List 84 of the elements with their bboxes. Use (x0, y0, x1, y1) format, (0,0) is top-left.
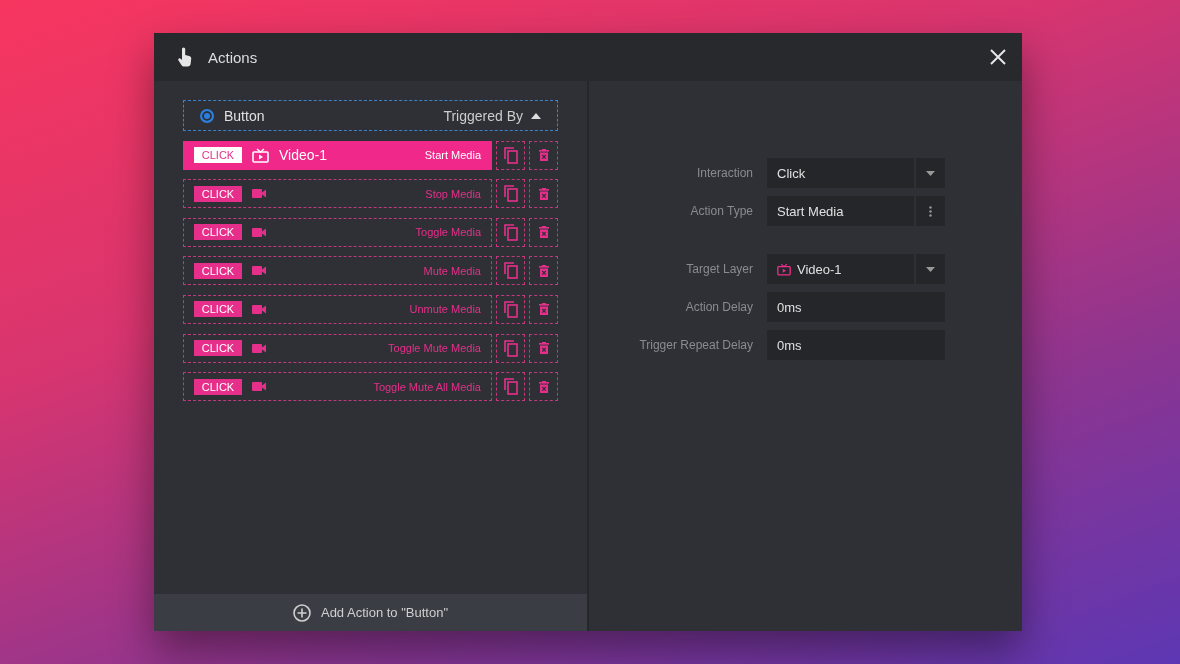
trigger-header[interactable]: Button Triggered By (183, 100, 558, 131)
trigger-badge: CLICK (194, 301, 242, 318)
field-label: Trigger Repeat Delay (638, 338, 753, 352)
duplicate-button[interactable] (496, 333, 525, 363)
action-name: Toggle Mute Media (388, 342, 481, 355)
field-label: Action Delay (684, 300, 753, 314)
trigger-badge: CLICK (194, 147, 242, 164)
trigger-badge: CLICK (194, 224, 242, 241)
trigger-badge: CLICK (194, 185, 242, 202)
copy-icon (503, 339, 518, 357)
trash-icon (538, 303, 549, 316)
trigger-badge: CLICK (194, 378, 242, 395)
action-row[interactable]: CLICK Video-1 Start Media (183, 140, 492, 170)
trash-icon (538, 342, 549, 355)
dropdown-field[interactable]: Video-1 (767, 254, 945, 284)
action-row[interactable]: CLICK Stop Media (183, 179, 492, 209)
more-options-icon[interactable] (929, 205, 932, 217)
trash-icon (538, 187, 549, 200)
action-name: Start Media (424, 149, 481, 162)
close-icon (990, 49, 1006, 65)
copy-icon (503, 223, 518, 241)
dropdown-caret-icon[interactable] (926, 170, 935, 176)
trash-icon (538, 380, 549, 393)
video-camera-icon (252, 304, 266, 314)
plus-circle-icon (292, 603, 311, 622)
copy-icon (503, 300, 518, 318)
action-row[interactable]: CLICK Unmute Media (183, 294, 492, 324)
action-row[interactable]: CLICK Toggle Mute All Media (183, 372, 492, 402)
delete-button[interactable] (529, 333, 558, 363)
input-field[interactable]: 0ms (767, 330, 945, 360)
delete-button[interactable] (529, 372, 558, 402)
delete-button[interactable] (529, 256, 558, 286)
delete-button[interactable] (529, 179, 558, 209)
action-name: Stop Media (425, 187, 481, 200)
window-title: Actions (208, 48, 259, 66)
dropdown-field[interactable]: Click (767, 158, 945, 188)
video-camera-icon (252, 382, 266, 392)
duplicate-button[interactable] (496, 294, 525, 324)
action-name: Unmute Media (409, 303, 481, 316)
field-value: Start Media (777, 203, 844, 219)
input-field[interactable]: 0ms (767, 292, 945, 322)
delete-button[interactable] (529, 140, 558, 170)
trash-icon (538, 149, 549, 162)
field-label: Interaction (695, 166, 753, 180)
duplicate-button[interactable] (496, 179, 525, 209)
copy-icon (503, 378, 518, 396)
hand-pointer-icon (177, 47, 193, 67)
target-layer-name: Video-1 (279, 147, 327, 164)
delete-button[interactable] (529, 294, 558, 324)
action-row[interactable]: CLICK Toggle Mute Media (183, 333, 492, 363)
close-button[interactable] (990, 49, 1006, 65)
video-camera-icon (252, 343, 266, 353)
copy-icon (503, 185, 518, 203)
trigger-badge: CLICK (194, 262, 242, 279)
field-label: Action Type (689, 204, 753, 218)
trigger-label: Button (224, 107, 266, 124)
triggered-by-toggle[interactable]: Triggered By (443, 107, 541, 124)
radio-button[interactable] (200, 108, 214, 123)
action-row[interactable]: CLICK Toggle Media (183, 217, 492, 247)
action-name: Toggle Media (415, 226, 481, 239)
duplicate-button[interactable] (496, 372, 525, 402)
field-value: Video-1 (797, 261, 842, 277)
tv-icon (777, 262, 791, 276)
copy-icon (503, 262, 518, 280)
action-name: Mute Media (423, 264, 481, 277)
action-name: Toggle Mute All Media (373, 380, 481, 393)
action-row[interactable]: CLICK Mute Media (183, 256, 492, 286)
add-action-button[interactable]: Add Action to "Button" (154, 594, 587, 631)
tv-icon (252, 147, 269, 163)
dropdown-caret-icon[interactable] (926, 266, 935, 272)
trash-icon (538, 226, 549, 239)
video-camera-icon (252, 189, 266, 199)
video-camera-icon (252, 227, 266, 237)
duplicate-button[interactable] (496, 217, 525, 247)
copy-icon (503, 146, 518, 164)
duplicate-button[interactable] (496, 256, 525, 286)
field-value: Click (777, 165, 806, 181)
trash-icon (538, 264, 549, 277)
duplicate-button[interactable] (496, 140, 525, 170)
delete-button[interactable] (529, 217, 558, 247)
trigger-badge: CLICK (194, 340, 242, 357)
action-type-select[interactable]: Start Media (767, 196, 945, 226)
video-camera-icon (252, 266, 266, 276)
field-label: Target Layer (685, 262, 753, 276)
